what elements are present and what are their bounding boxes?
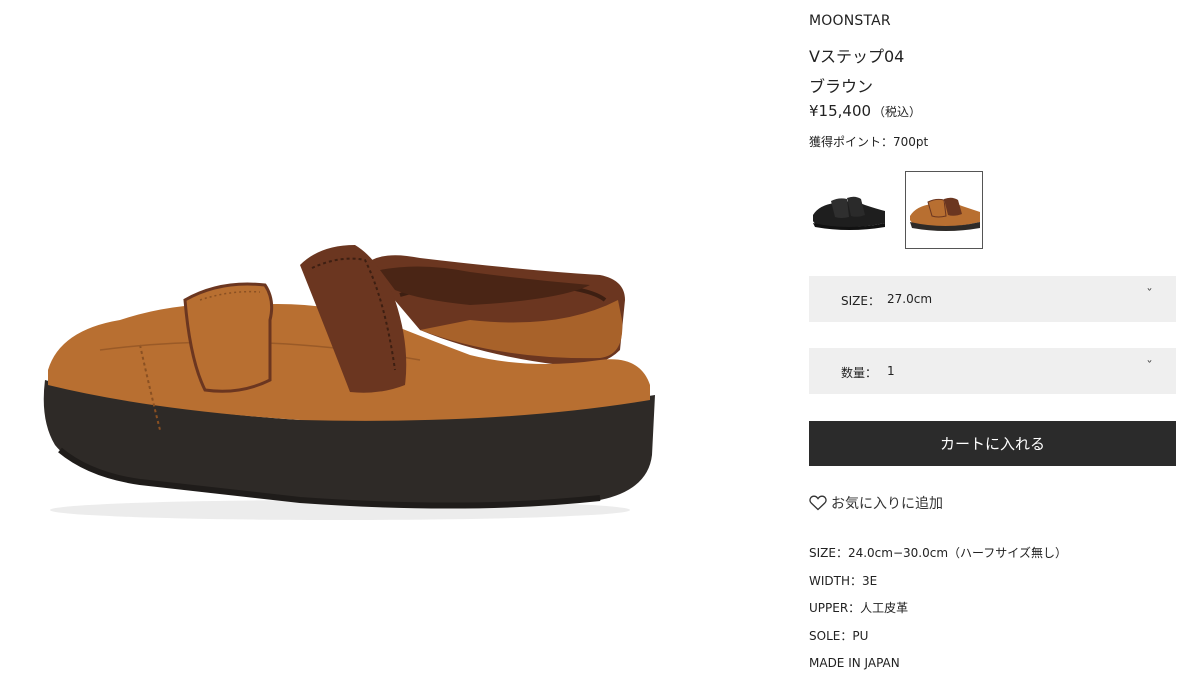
- favorite-label: お気に入りに追加: [831, 496, 943, 512]
- size-select[interactable]: SIZE： 27.0cm ˅: [809, 276, 1176, 322]
- shoe-thumbnail-brown: [910, 197, 980, 231]
- price-value: ¥15,400: [809, 102, 872, 120]
- quantity-value: 1: [887, 364, 895, 378]
- chevron-down-icon: ˅: [1146, 360, 1153, 371]
- spec-sole: SOLE：PU: [809, 628, 869, 643]
- points-earned: 獲得ポイント：700pt: [809, 135, 929, 149]
- shoe-thumbnail-black: [813, 196, 885, 230]
- main-product-image[interactable]: [0, 0, 690, 673]
- size-value: 27.0cm: [887, 292, 933, 306]
- thumbnail-black-variant[interactable]: [809, 171, 887, 249]
- add-to-favorites-link[interactable]: お気に入りに追加: [809, 493, 943, 513]
- chevron-down-icon: ˅: [1146, 288, 1153, 299]
- product-name: Vステップ04: [809, 47, 905, 66]
- tax-note: （税込）: [873, 105, 922, 119]
- spec-width: WIDTH：3E: [809, 573, 878, 588]
- size-label: SIZE：: [841, 294, 880, 308]
- quantity-select[interactable]: 数量： 1 ˅: [809, 348, 1176, 394]
- brand-name[interactable]: MOONSTAR: [809, 13, 891, 29]
- product-color: ブラウン: [809, 77, 874, 96]
- quantity-label: 数量：: [841, 366, 878, 380]
- add-to-cart-button[interactable]: カートに入れる: [809, 421, 1176, 466]
- price: ¥15,400 （税込）: [809, 102, 921, 120]
- spec-upper: UPPER：人工皮革: [809, 601, 909, 616]
- thumbnail-brown-variant[interactable]: [905, 171, 983, 249]
- shoe-illustration: [43, 245, 655, 520]
- product-specs: SIZE：24.0cm−30.0cm（ハーフサイズ無し） WIDTH：3E UP…: [809, 544, 1067, 682]
- heart-outline-icon: [809, 495, 827, 511]
- spec-origin: MADE IN JAPAN: [809, 656, 900, 671]
- spec-size: SIZE：24.0cm−30.0cm（ハーフサイズ無し）: [809, 546, 1067, 560]
